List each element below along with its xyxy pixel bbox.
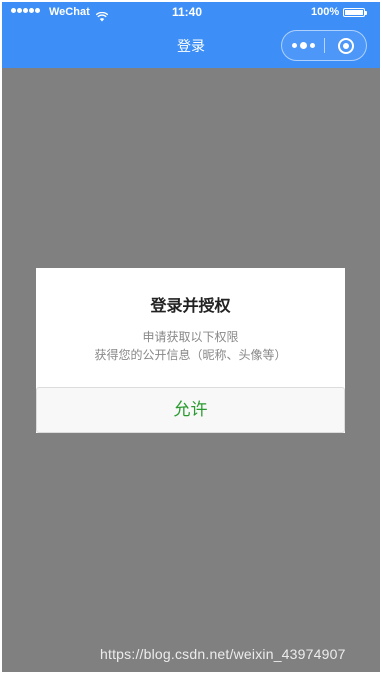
wifi-icon [95, 7, 109, 26]
dot-icon [291, 43, 297, 48]
dialog-desc-line1: 申请获取以下权限 [142, 330, 239, 344]
dot-icon [309, 43, 315, 48]
status-bar: WeChat 11:40 100% [2, 2, 380, 24]
battery-icon [343, 8, 367, 17]
watermark-text: https://blog.csdn.net/weixin_43974907 [100, 646, 346, 662]
carrier-name: WeChat [49, 6, 90, 18]
dialog-desc-line2: 获得您的公开信息（昵称、头像等） [94, 348, 287, 362]
battery-percentage: 100% [311, 6, 340, 18]
dialog-title: 登录并授权 [150, 296, 231, 315]
more-menu-button[interactable] [282, 31, 324, 60]
dot-icon [299, 42, 307, 49]
allow-button[interactable]: 允许 [36, 387, 345, 433]
phone-frame: WeChat 11:40 100% 登录 登录并授权 申请获取以下权限 获得您的… [2, 2, 380, 672]
header: WeChat 11:40 100% 登录 [2, 2, 380, 68]
signal-strength-icon [11, 8, 40, 13]
auth-dialog: 登录并授权 申请获取以下权限 获得您的公开信息（昵称、头像等） 允许 [36, 268, 345, 433]
close-mini-program-button[interactable] [325, 31, 366, 60]
clock: 11:40 [172, 5, 203, 19]
dialog-description: 申请获取以下权限 获得您的公开信息（昵称、头像等） [36, 328, 345, 364]
mini-program-capsule [281, 30, 367, 61]
target-circle-icon [337, 37, 354, 54]
